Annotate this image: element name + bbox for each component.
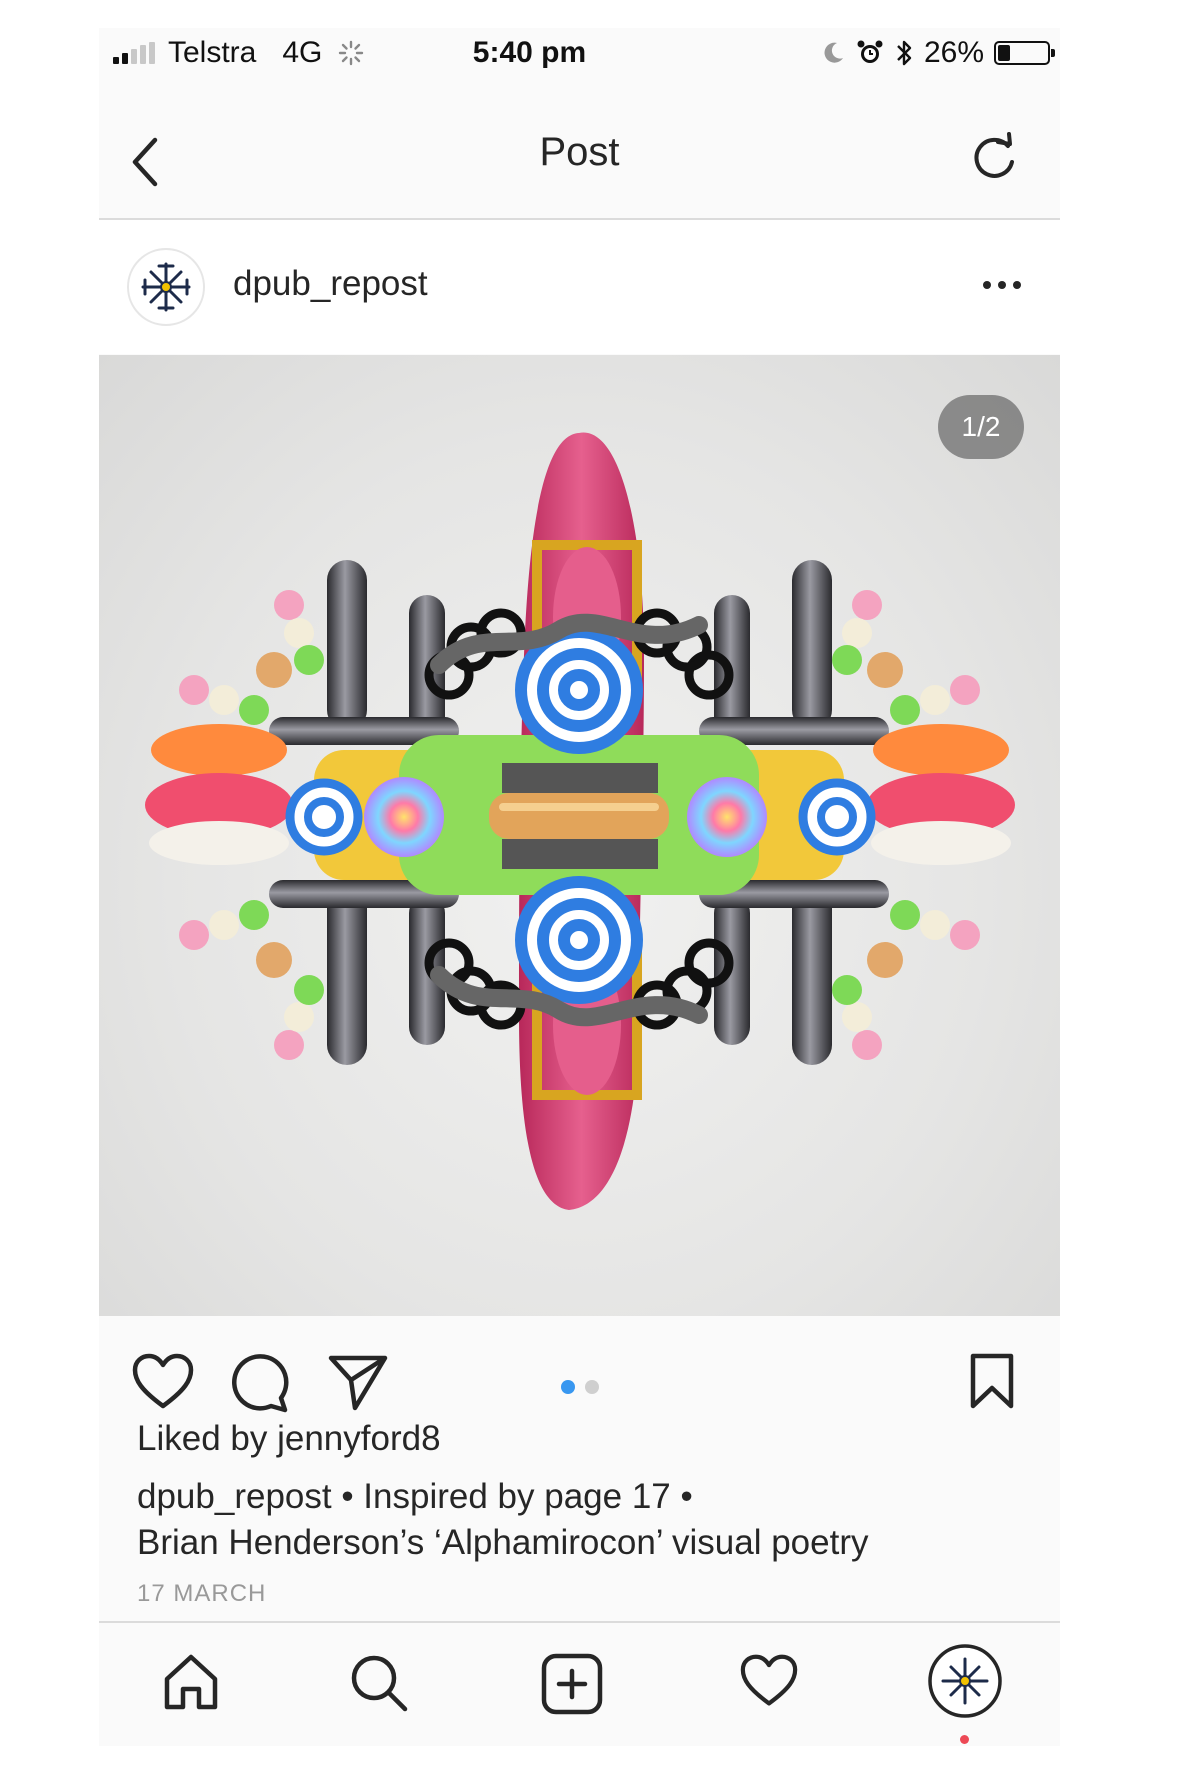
phone-screen: Telstra 4G 5:40 pm 26% Post dpub_repost … xyxy=(99,28,1060,1746)
alarm-icon xyxy=(857,40,883,63)
liked-by-text: Liked by jennyford8 xyxy=(137,1419,441,1459)
share-icon[interactable] xyxy=(327,1352,389,1412)
carousel-page-counter: 1/2 xyxy=(938,395,1024,459)
caption-line-1: • Inspired by page 17 • xyxy=(331,1477,693,1516)
post-username[interactable]: dpub_repost xyxy=(233,264,428,304)
search-icon[interactable] xyxy=(349,1653,409,1713)
post-header: dpub_repost xyxy=(99,220,1060,354)
heart-icon[interactable] xyxy=(131,1352,195,1412)
status-bar: Telstra 4G 5:40 pm 26% xyxy=(99,28,1060,82)
activity-heart-icon[interactable] xyxy=(739,1653,799,1709)
carousel-indicator xyxy=(561,1380,609,1394)
avatar[interactable] xyxy=(127,248,205,326)
post-date: 17 MARCH xyxy=(137,1580,267,1607)
page-title: Post xyxy=(539,130,620,174)
comment-icon[interactable] xyxy=(229,1352,291,1414)
post-caption: dpub_repost • Inspired by page 17 • Bria… xyxy=(137,1474,1017,1566)
post-image[interactable]: 1/2 xyxy=(99,355,1060,1316)
liked-by-user[interactable]: jennyford8 xyxy=(277,1419,440,1458)
liked-by-prefix: Liked by xyxy=(137,1419,278,1458)
carousel-dot-active xyxy=(561,1380,575,1394)
ellipsis-icon[interactable] xyxy=(980,278,1024,292)
post-actions-bar xyxy=(99,1316,1060,1436)
notification-dot xyxy=(960,1735,969,1744)
bluetooth-icon xyxy=(897,40,912,66)
moon-icon xyxy=(824,42,843,63)
caption-line-2: Brian Henderson’s ‘Alphamirocon’ visual … xyxy=(137,1523,869,1562)
visual-poem-artwork xyxy=(145,432,1015,1210)
add-post-icon[interactable] xyxy=(541,1653,603,1715)
home-icon[interactable] xyxy=(161,1653,221,1711)
carousel-dot xyxy=(585,1380,599,1394)
nav-header: Post xyxy=(99,82,1060,220)
caption-username[interactable]: dpub_repost xyxy=(137,1477,332,1516)
bookmark-icon[interactable] xyxy=(969,1352,1015,1410)
dpub-logo-icon xyxy=(141,262,191,312)
battery-percent: 26% xyxy=(923,36,984,69)
profile-avatar[interactable] xyxy=(927,1643,1003,1719)
bottom-tab-bar xyxy=(99,1621,1060,1746)
refresh-icon[interactable] xyxy=(968,132,1020,184)
battery-icon xyxy=(994,41,1055,65)
